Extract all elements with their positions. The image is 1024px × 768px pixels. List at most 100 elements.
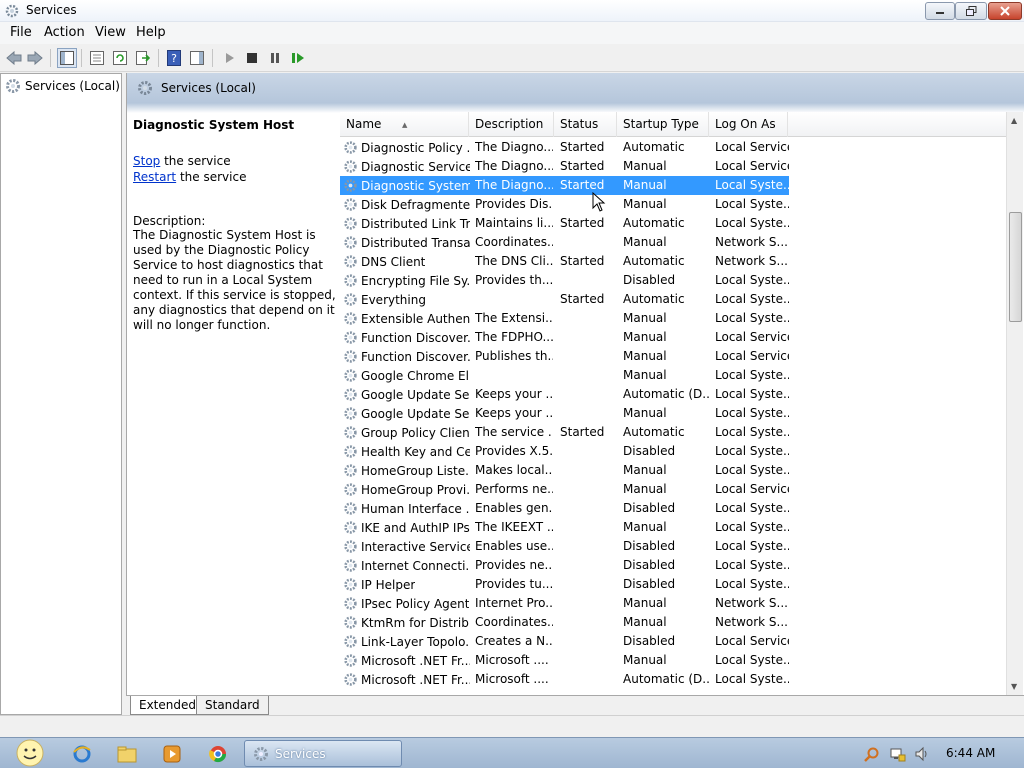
start-service-button[interactable]	[219, 48, 239, 68]
start-orb-icon[interactable]	[14, 738, 46, 768]
pause-service-button[interactable]	[265, 48, 285, 68]
table-row[interactable]: Link-Layer Topolo... Creates a N... Disabl…	[340, 632, 1008, 651]
table-row[interactable]: Diagnostic Service... The Diagno... Starte…	[340, 157, 1008, 176]
close-button[interactable]	[988, 2, 1022, 20]
table-row[interactable]: IKE and AuthIP IPs... The IKEEXT ... Manua…	[340, 518, 1008, 537]
table-row[interactable]: Interactive Service... Enables use... Disa…	[340, 537, 1008, 556]
restore-button[interactable]	[955, 2, 987, 20]
service-log-on-as-cell: Local Syste...	[715, 311, 789, 325]
services-list[interactable]: Name ▲ Description Status Startup Type L…	[340, 112, 1024, 695]
column-header-description[interactable]: Description	[469, 112, 554, 137]
table-row[interactable]: Microsoft .NET Fr... Microsoft .... Automa…	[340, 670, 1008, 689]
forward-button[interactable]	[25, 48, 45, 68]
restore-icon	[965, 6, 976, 16]
minimize-button[interactable]	[925, 2, 955, 20]
table-row[interactable]: DNS Client The DNS Cli... Started Automatic…	[340, 252, 1008, 271]
table-row[interactable]: HomeGroup Liste... Makes local... Manual Lo…	[340, 461, 1008, 480]
service-gear-icon	[344, 160, 357, 173]
column-header-startup-type[interactable]: Startup Type	[617, 112, 709, 137]
service-status-cell	[560, 461, 618, 480]
service-status-cell: Started	[560, 425, 605, 439]
show-hide-tree-button[interactable]	[57, 48, 77, 68]
restart-service-link[interactable]: Restart	[133, 170, 176, 184]
scroll-up-icon[interactable]: ▲	[1011, 116, 1017, 125]
table-row[interactable]: Disk Defragmenter Provides Dis... Manual Lo…	[340, 195, 1008, 214]
tab-extended[interactable]: Extended	[130, 696, 205, 715]
service-status-cell	[560, 233, 618, 252]
menu-view[interactable]: View	[95, 25, 126, 40]
table-row[interactable]: KtmRm for Distrib... Coordinates... Manual…	[340, 613, 1008, 632]
service-log-on-as-cell: Local Syste...	[715, 577, 789, 591]
table-row[interactable]: Diagnostic Policy ... The Diagno... Starte…	[340, 138, 1008, 157]
menu-file[interactable]: File	[10, 25, 32, 40]
table-row[interactable]: Internet Connecti... Provides ne... Disabl…	[340, 556, 1008, 575]
tab-standard[interactable]: Standard	[196, 696, 269, 715]
service-name-cell: Extensible Authen...	[340, 309, 470, 328]
service-description-cell: Publishes th...	[475, 349, 553, 363]
restart-service-button[interactable]	[288, 48, 308, 68]
service-description-cell: Performs ne...	[475, 482, 553, 496]
service-name-cell: Distributed Link Tr...	[340, 214, 470, 233]
show-action-pane-button[interactable]	[187, 48, 207, 68]
back-button[interactable]	[4, 48, 24, 68]
service-startup-type-cell: Automatic	[623, 292, 685, 306]
service-description-cell: The IKEEXT ...	[475, 520, 553, 534]
table-row[interactable]: Human Interface ... Enables gen... Disable…	[340, 499, 1008, 518]
help-button[interactable]: ?	[164, 48, 184, 68]
table-row[interactable]: IPsec Policy Agent Internet Pro... Manual N…	[340, 594, 1008, 613]
service-status-cell	[560, 575, 618, 594]
table-row[interactable]: Function Discover... Publishes th... Manua…	[340, 347, 1008, 366]
export-list-button[interactable]	[133, 48, 153, 68]
service-startup-type-cell: Disabled	[623, 539, 676, 553]
column-header-log-on-as[interactable]: Log On As	[709, 112, 788, 137]
service-log-on-as-cell: Local Syste...	[715, 672, 789, 686]
menu-action[interactable]: Action	[44, 25, 85, 40]
tree-item-services-local[interactable]: Services (Local)	[5, 78, 120, 94]
table-row[interactable]: Distributed Link Tr... Maintains li... Sta…	[340, 214, 1008, 233]
stop-service-link[interactable]: Stop	[133, 154, 160, 168]
column-header-status[interactable]: Status	[554, 112, 617, 137]
scroll-down-icon[interactable]: ▼	[1011, 682, 1017, 691]
service-log-on-as-cell: Network S...	[715, 235, 788, 249]
service-description-cell: Provides tu...	[475, 577, 553, 591]
file-explorer-icon[interactable]	[115, 742, 139, 766]
chrome-icon[interactable]	[206, 742, 230, 766]
service-name: Human Interface ...	[361, 501, 470, 516]
table-row[interactable]: Health Key and Ce... Provides X.5... Disab…	[340, 442, 1008, 461]
vertical-scrollbar[interactable]: ▲ ▼	[1006, 112, 1023, 695]
table-row[interactable]: Everything Started Automatic Local Syste...	[340, 290, 1008, 309]
refresh-button[interactable]	[110, 48, 130, 68]
menu-help[interactable]: Help	[136, 25, 166, 40]
service-status-cell	[560, 347, 618, 366]
network-tray-icon[interactable]	[888, 742, 908, 766]
taskbar-button-services[interactable]: Services	[244, 740, 402, 767]
service-gear-icon	[344, 426, 357, 439]
taskbar-clock[interactable]: 6:44 AM	[946, 746, 995, 760]
service-log-on-as-cell: Local Syste...	[715, 558, 789, 572]
table-row[interactable]: Diagnostic System... The Diagno... Started…	[340, 176, 1008, 195]
table-row[interactable]: Microsoft .NET Fr... Microsoft .... Manual…	[340, 651, 1008, 670]
service-startup-type-cell: Manual	[623, 482, 667, 496]
table-row[interactable]: HomeGroup Provi... Performs ne... Manual Lo…	[340, 480, 1008, 499]
table-row[interactable]: Encrypting File Sy... Provides th... Disab…	[340, 271, 1008, 290]
service-startup-type-cell: Manual	[623, 463, 667, 477]
table-row[interactable]: Distributed Transa... Coordinates... Manua…	[340, 233, 1008, 252]
table-row[interactable]: Google Chrome El... Manual Local Syste...	[340, 366, 1008, 385]
stop-service-button[interactable]	[242, 48, 262, 68]
scroll-thumb[interactable]	[1009, 212, 1022, 322]
properties-list-button[interactable]	[87, 48, 107, 68]
internet-explorer-icon[interactable]	[70, 742, 94, 766]
service-startup-type-cell: Manual	[623, 615, 667, 629]
volume-tray-icon[interactable]	[912, 742, 932, 766]
media-player-icon[interactable]	[160, 742, 184, 766]
table-row[interactable]: Group Policy Client The service ... Starte…	[340, 423, 1008, 442]
selected-service-title: Diagnostic System Host	[133, 118, 295, 132]
table-row[interactable]: Google Update Se... Keeps your ... Automat…	[340, 385, 1008, 404]
table-row[interactable]: IP Helper Provides tu... Disabled Local Sys…	[340, 575, 1008, 594]
table-row[interactable]: Extensible Authen... The Extensi... Manual…	[340, 309, 1008, 328]
table-row[interactable]: Function Discover... The FDPHO... Manual Lo…	[340, 328, 1008, 347]
table-row[interactable]: Google Update Se... Keeps your ... Manual L…	[340, 404, 1008, 423]
search-tray-icon[interactable]	[862, 742, 882, 766]
service-description-cell: Creates a N...	[475, 634, 553, 648]
column-header-name[interactable]: Name ▲	[340, 112, 469, 137]
